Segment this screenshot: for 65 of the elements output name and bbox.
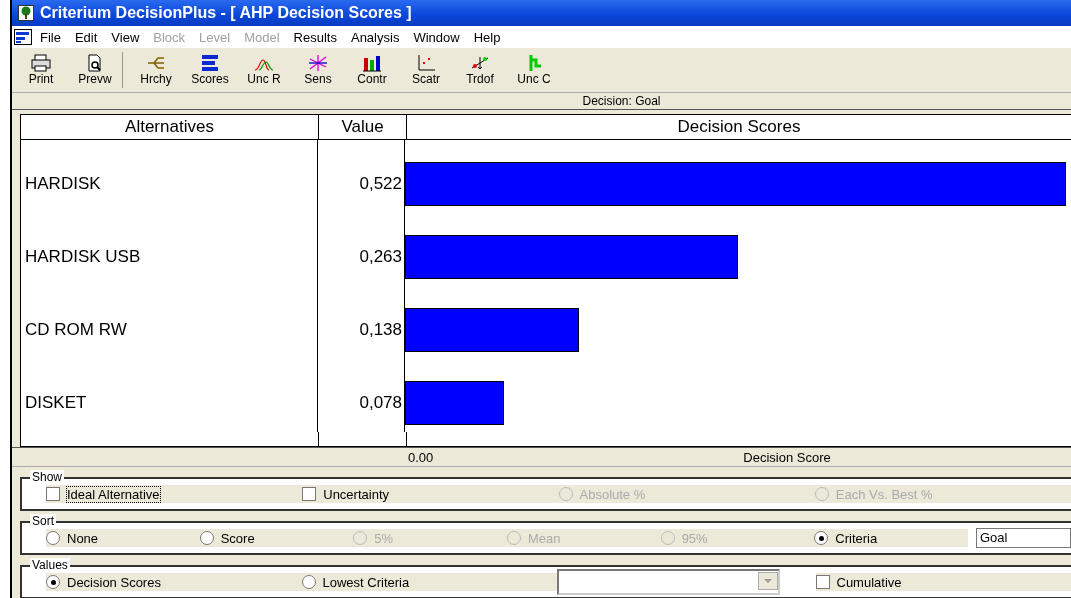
axis-tick-label: 0.00	[408, 449, 434, 465]
menu-item[interactable]: Window	[413, 29, 460, 45]
window-title: Criterium DecisionPlus - [ AHP Decision Scores ]	[40, 4, 412, 22]
criteria-field[interactable]: Goal	[975, 528, 1071, 548]
option-label: Mean	[526, 529, 562, 547]
toolbar-button[interactable]: Unc C	[507, 54, 561, 86]
group-title: Values	[30, 558, 70, 572]
menu-item[interactable]: Help	[473, 29, 501, 45]
option-label: Absolute %	[578, 485, 647, 503]
toolbar-button[interactable]: Contr	[345, 54, 399, 86]
toolbar-button[interactable]: Scatr	[399, 54, 453, 86]
option-label: Criteria	[834, 529, 879, 547]
toolbar-button[interactable]: Unc R	[237, 54, 291, 86]
table-cell-text: 0,078	[358, 392, 402, 413]
lines-icon	[307, 54, 329, 72]
checkbox[interactable]	[46, 487, 60, 501]
option-label: Decision Scores	[66, 573, 162, 591]
option-label: Each Vs. Best %	[834, 485, 934, 503]
group-title: Show	[30, 470, 65, 484]
toolbar-button[interactable]: Trdof	[453, 54, 507, 86]
table-cell-text: 0,522	[358, 173, 402, 194]
table-cell-text: DISKET	[24, 392, 87, 413]
table-cell-text: HARDISK	[24, 173, 101, 194]
table-cell-text: HARDISK USB	[24, 246, 141, 267]
toolbar-button[interactable]: Scores	[183, 54, 237, 86]
menu-item[interactable]: Edit	[74, 29, 98, 45]
bars-icon	[199, 54, 221, 72]
decision-label: Decision: Goal	[582, 94, 661, 108]
document-icon[interactable]	[14, 29, 32, 45]
dropdown[interactable]	[557, 569, 780, 595]
checkbox[interactable]	[815, 575, 830, 589]
option-label: Cumulative	[835, 573, 903, 591]
toolbar-button[interactable]: Hrchy	[129, 54, 183, 86]
toolbar-button[interactable]: Sens	[291, 54, 345, 86]
option-label: None	[66, 529, 100, 547]
scatter-icon	[415, 54, 437, 72]
group-title: Sort	[30, 514, 56, 528]
radio-button[interactable]	[46, 531, 60, 545]
tree-icon	[18, 5, 34, 21]
menu-item[interactable]: View	[111, 29, 140, 45]
menu-item[interactable]: File	[40, 29, 61, 45]
checkbox[interactable]	[302, 487, 317, 501]
option-label: Ideal Alternative	[66, 485, 161, 503]
option-label: 95%	[680, 529, 709, 547]
column-header: Value	[319, 115, 407, 139]
table-cell-text: 0,263	[358, 246, 402, 267]
hierarchy-icon	[145, 54, 167, 72]
menu-item[interactable]: Analysis	[350, 29, 400, 45]
radio-button[interactable]	[46, 575, 60, 589]
option-label: Score	[219, 529, 256, 547]
stacked-bars-icon	[361, 54, 383, 72]
column-header: Decision Scores	[676, 116, 802, 138]
menu-item[interactable]: Results	[293, 29, 337, 45]
option-label: 5%	[373, 529, 395, 547]
axis-title: Decision Score	[743, 449, 831, 465]
toolbar-button[interactable]: Print	[14, 54, 68, 86]
radio-button[interactable]	[814, 531, 829, 545]
toolbar-button[interactable]: Prevw	[68, 54, 122, 86]
printer-icon	[30, 54, 52, 72]
option-label: Uncertainty	[322, 485, 390, 503]
column-header: Alternatives	[21, 115, 319, 139]
table-cell-text: 0,138	[358, 319, 402, 340]
tradeoff-icon	[469, 54, 491, 72]
option-label: Lowest Criteria	[321, 573, 411, 591]
table-cell-text: CD ROM RW	[24, 319, 127, 340]
